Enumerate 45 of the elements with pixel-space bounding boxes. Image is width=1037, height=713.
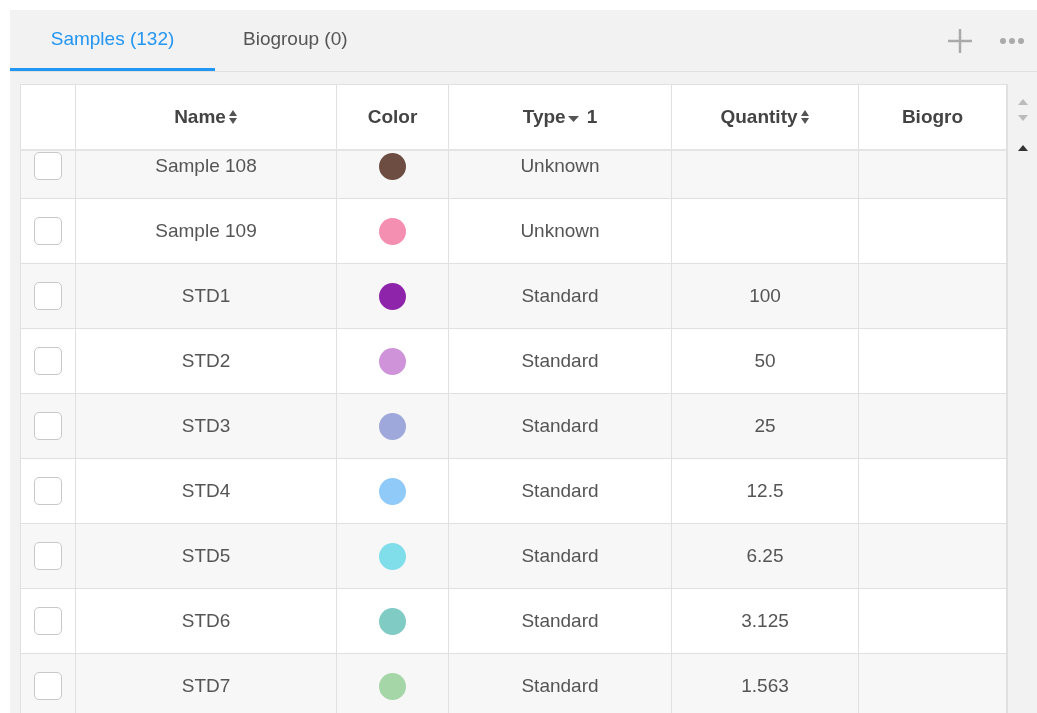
column-header[interactable]: Biogro: [859, 85, 1007, 149]
table-cell: Standard: [449, 589, 672, 653]
row-checkbox[interactable]: [34, 152, 62, 180]
table-cell: Standard: [449, 654, 672, 713]
table-cell: Standard: [449, 329, 672, 393]
sort-icon[interactable]: [799, 109, 810, 125]
row-checkbox[interactable]: [34, 672, 62, 700]
table-cell: Sample 109: [76, 199, 337, 263]
table-cell: Standard: [449, 264, 672, 328]
scroll-up-icon[interactable]: [1016, 144, 1029, 152]
row-checkbox[interactable]: [34, 347, 62, 375]
table-cell: Unknown: [449, 199, 672, 263]
table-cell: Standard: [449, 459, 672, 523]
table-cell: 6.25: [672, 524, 859, 588]
column-header[interactable]: Type 1: [449, 85, 672, 149]
row-checkbox[interactable]: [34, 607, 62, 635]
table-cell: Standard: [449, 524, 672, 588]
row-checkbox[interactable]: [34, 282, 62, 310]
table-cell: 100: [672, 264, 859, 328]
column-header[interactable]: Name: [76, 85, 337, 149]
table-cell: STD1: [76, 264, 337, 328]
sort-icon[interactable]: [227, 109, 238, 125]
row-checkbox[interactable]: [34, 412, 62, 440]
table-cell: 25: [672, 394, 859, 458]
row-checkbox[interactable]: [34, 477, 62, 505]
column-header[interactable]: Color: [337, 85, 449, 149]
table-cell: 3.125: [672, 589, 859, 653]
table-cell: STD4: [76, 459, 337, 523]
table-cell: STD3: [76, 394, 337, 458]
table-cell: STD7: [76, 654, 337, 713]
table-cell: Sample 108: [76, 151, 337, 198]
scroll-down-icon[interactable]: [1016, 114, 1029, 122]
table-cell: 12.5: [672, 459, 859, 523]
column-header[interactable]: Quantity: [672, 85, 859, 149]
tab[interactable]: Biogroup (0): [215, 10, 376, 71]
sort-descending-icon[interactable]: [567, 115, 579, 123]
table-cell: STD5: [76, 524, 337, 588]
table-cell: Standard: [449, 394, 672, 458]
table-cell: STD6: [76, 589, 337, 653]
row-checkbox[interactable]: [34, 217, 62, 245]
table-cell: 50: [672, 329, 859, 393]
row-checkbox[interactable]: [34, 542, 62, 570]
table-cell: Unknown: [449, 151, 672, 198]
table-cell: STD2: [76, 329, 337, 393]
table-cell: 1.563: [672, 654, 859, 713]
